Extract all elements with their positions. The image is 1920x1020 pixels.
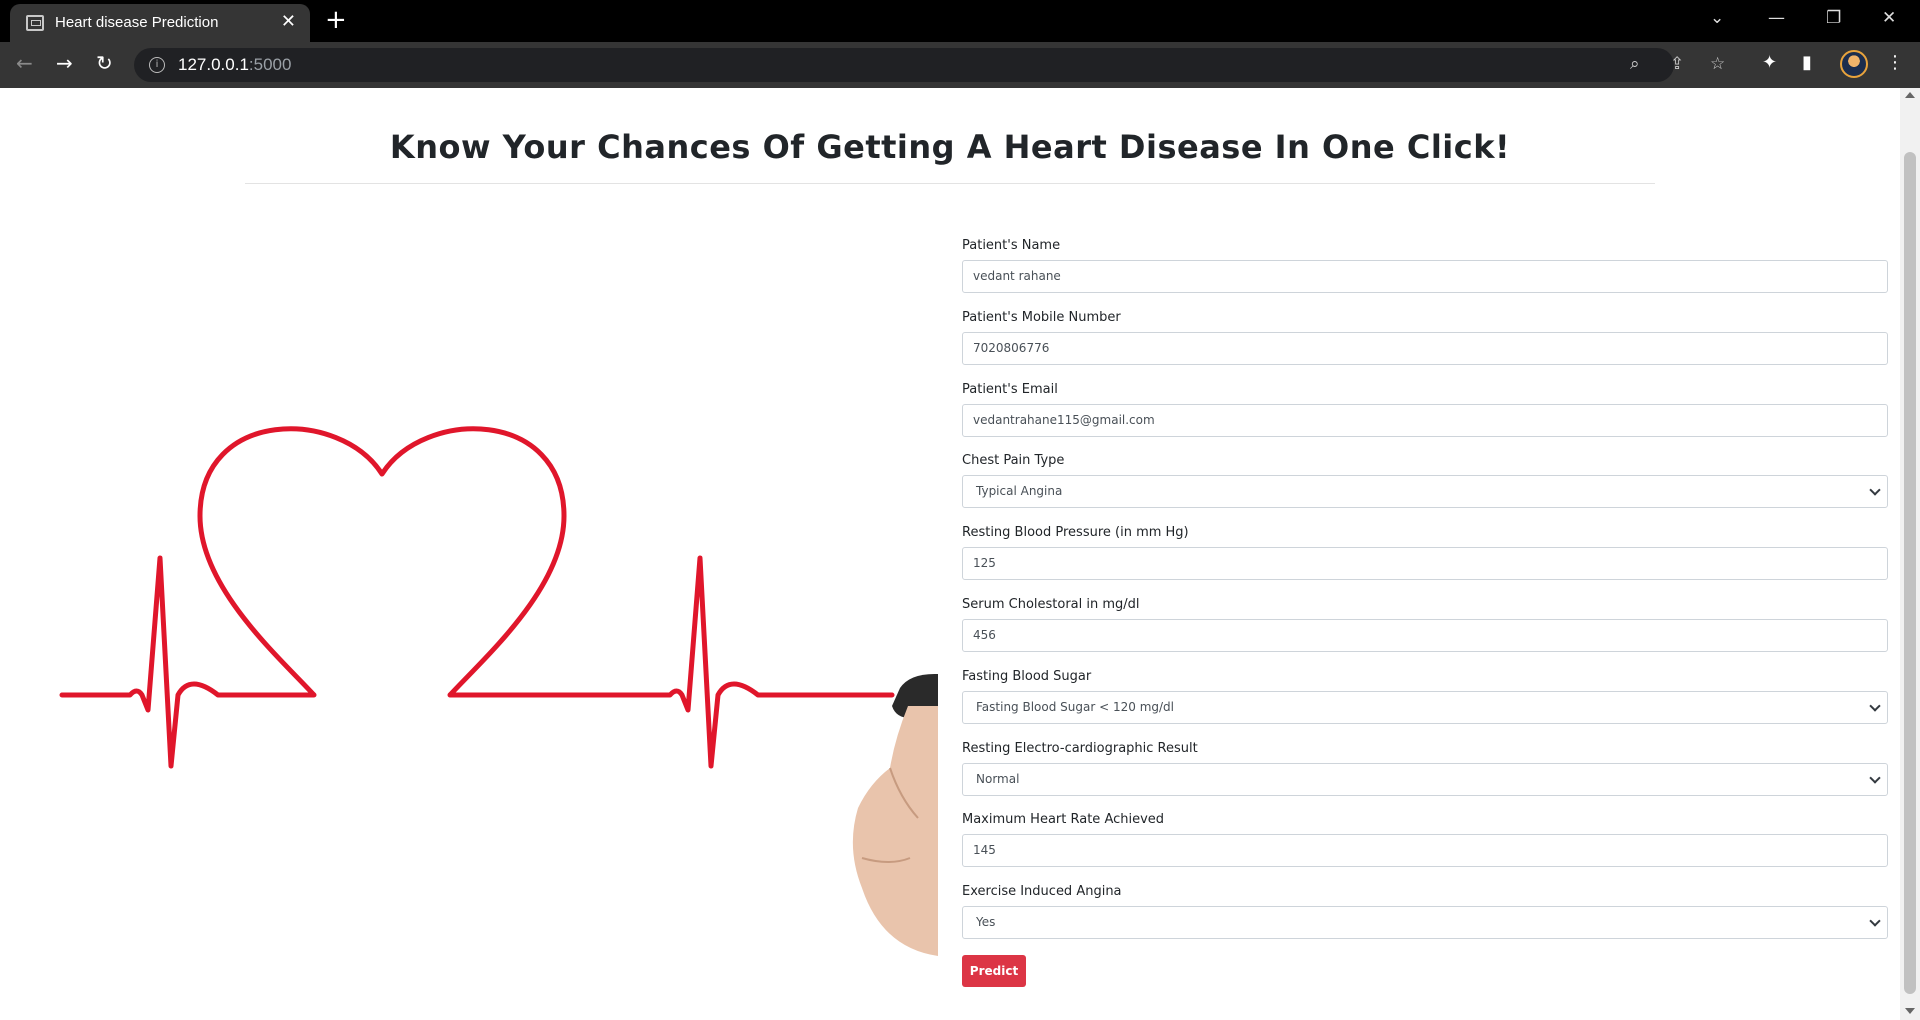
field-label: Fasting Blood Sugar <box>962 668 1092 684</box>
hand-with-marker <box>852 673 938 956</box>
selected-value: Typical Angina <box>976 484 1063 499</box>
selected-value: Yes <box>976 915 996 930</box>
patient-name-input[interactable]: vedant rahane <box>962 260 1888 293</box>
tab-title: Heart disease Prediction <box>55 14 219 31</box>
serum-cholesterol-input[interactable]: 456 <box>962 618 1888 652</box>
field-label: Patient's Mobile Number <box>962 309 1121 325</box>
field-chest-pain-type: Chest Pain Type Typical Angina <box>962 453 1888 525</box>
scroll-thumb[interactable] <box>1904 152 1916 994</box>
field-label: Chest Pain Type <box>962 453 1065 469</box>
field-label: Serum Cholestoral in mg/dl <box>962 596 1140 612</box>
url-text[interactable]: 127.0.0.1:5000 <box>178 55 291 75</box>
field-patient-mobile: Patient's Mobile Number 7020806776 <box>962 310 1888 382</box>
field-patient-email: Patient's Email vedantrahane115@gmail.co… <box>962 382 1888 454</box>
page-favicon-icon <box>26 15 44 31</box>
selected-value: Normal <box>976 771 1020 786</box>
patient-mobile-input[interactable]: 7020806776 <box>962 331 1888 365</box>
scroll-up-arrow-icon[interactable] <box>1905 92 1915 98</box>
field-patient-name: Patient's Name vedant rahane <box>962 238 1888 310</box>
resting-blood-pressure-input[interactable]: 125 <box>962 547 1888 581</box>
fasting-blood-sugar-select[interactable]: Fasting Blood Sugar < 120 mg/dl <box>962 690 1888 724</box>
extensions-icon[interactable]: ✦ <box>1762 52 1777 73</box>
chevron-down-icon <box>1869 700 1881 712</box>
browser-tab[interactable]: Heart disease Prediction ✕ <box>10 4 310 42</box>
chevron-down-icon <box>1869 484 1881 497</box>
predict-button[interactable]: Predict <box>962 955 1026 987</box>
scroll-down-arrow-icon[interactable] <box>1905 1008 1915 1014</box>
browser-toolbar: ← → ↻ i 127.0.0.1:5000 ⌕ ⇪ ☆ ✦ ▮ ⋮ <box>0 42 1920 88</box>
prediction-form: Patient's Name vedant rahane Patient's M… <box>962 238 1888 956</box>
chevron-down-icon <box>1869 915 1881 927</box>
heartbeat-illustration <box>59 426 938 956</box>
chest-pain-type-select[interactable]: Typical Angina <box>962 475 1888 509</box>
page-scrollbar[interactable] <box>1900 88 1920 1020</box>
field-label: Resting Electro-cardiographic Result <box>962 740 1198 756</box>
field-label: Resting Blood Pressure (in mm Hg) <box>962 525 1189 541</box>
title-divider <box>245 183 1655 184</box>
restore-icon[interactable]: ❐ <box>1826 8 1841 28</box>
page-viewport: Know Your Chances Of Getting A Heart Dis… <box>0 88 1900 1020</box>
field-label: Patient's Name <box>962 238 1061 253</box>
resting-ecg-select[interactable]: Normal <box>962 762 1888 796</box>
tab-search-chevron-icon[interactable]: ⌄ <box>1710 8 1724 28</box>
field-serum-cholesterol: Serum Cholestoral in mg/dl 456 <box>962 597 1888 669</box>
profile-avatar[interactable] <box>1840 50 1868 78</box>
close-tab-icon[interactable]: ✕ <box>281 11 296 32</box>
close-window-icon[interactable]: ✕ <box>1882 8 1896 28</box>
chevron-down-icon <box>1869 771 1881 784</box>
browser-menu-icon[interactable]: ⋮ <box>1886 52 1904 73</box>
field-exercise-angina: Exercise Induced Angina Yes <box>962 884 1888 956</box>
page-title: Know Your Chances Of Getting A Heart Dis… <box>389 128 1511 166</box>
field-max-heart-rate: Maximum Heart Rate Achieved 145 <box>962 812 1888 884</box>
browser-tab-strip: Heart disease Prediction ✕ + ⌄ — ❐ ✕ <box>0 0 1920 42</box>
selected-value: Fasting Blood Sugar < 120 mg/dl <box>976 699 1174 714</box>
address-bar[interactable]: i 127.0.0.1:5000 ⌕ ⇪ ☆ <box>134 48 1725 82</box>
share-icon[interactable]: ⇪ <box>1670 54 1684 74</box>
patient-email-input[interactable]: vedantrahane115@gmail.com <box>962 403 1888 437</box>
side-panel-icon[interactable]: ▮ <box>1802 52 1812 73</box>
max-heart-rate-input[interactable]: 145 <box>962 834 1888 868</box>
field-resting-ecg: Resting Electro-cardiographic Result Nor… <box>962 741 1888 813</box>
heartbeat-line <box>59 426 895 769</box>
field-label: Exercise Induced Angina <box>962 884 1122 900</box>
field-resting-blood-pressure: Resting Blood Pressure (in mm Hg) 125 <box>962 525 1888 597</box>
exercise-angina-select[interactable]: Yes <box>962 906 1888 940</box>
zoom-icon[interactable]: ⌕ <box>1630 54 1640 74</box>
field-fasting-blood-sugar: Fasting Blood Sugar Fasting Blood Sugar … <box>962 669 1888 741</box>
site-info-icon[interactable]: i <box>149 57 165 73</box>
field-label: Maximum Heart Rate Achieved <box>962 812 1165 828</box>
new-tab-icon[interactable]: + <box>325 5 347 35</box>
field-label: Patient's Email <box>962 381 1058 397</box>
forward-icon[interactable]: → <box>56 51 73 75</box>
back-icon[interactable]: ← <box>16 51 33 75</box>
reload-icon[interactable]: ↻ <box>96 51 113 75</box>
minimize-icon[interactable]: — <box>1768 8 1785 28</box>
bookmark-star-icon[interactable]: ☆ <box>1710 54 1725 74</box>
